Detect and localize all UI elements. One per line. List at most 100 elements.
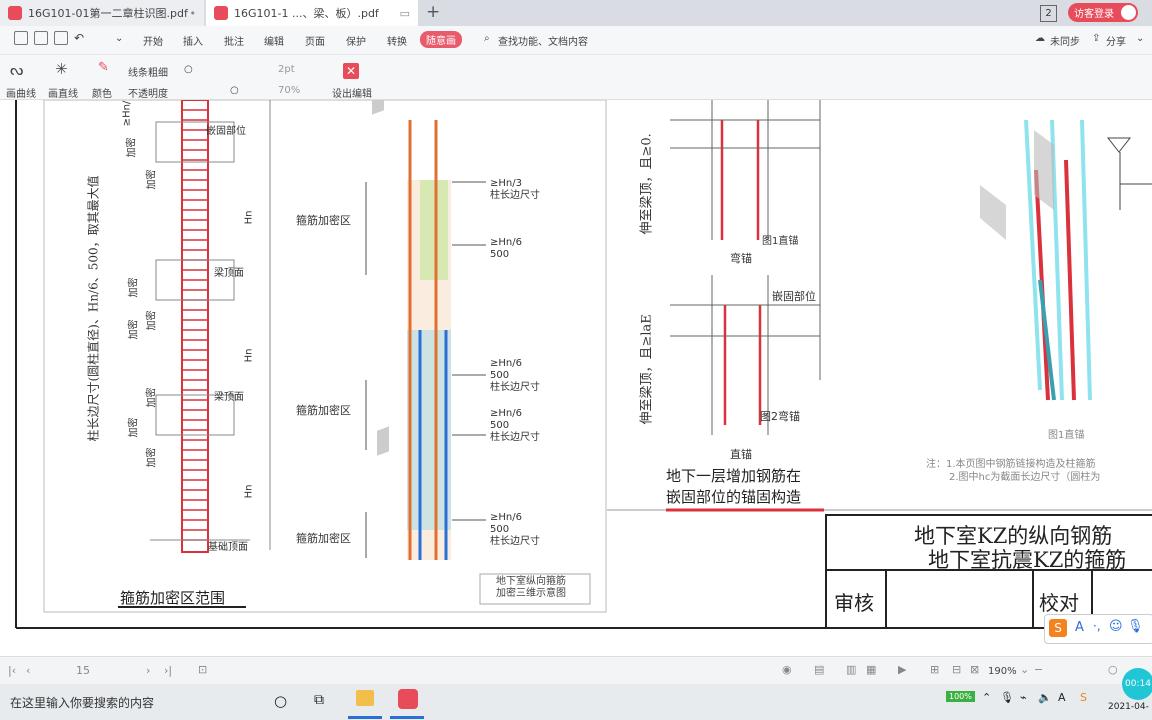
draw-curve-button[interactable]: 画曲线: [6, 85, 36, 100]
pdf-app-icon[interactable]: [398, 689, 418, 709]
screen-icon[interactable]: ▭: [400, 7, 410, 20]
menu-freehand[interactable]: 随意画: [420, 31, 462, 48]
left-label: 加密: [128, 417, 140, 438]
microphone-tray-icon[interactable]: 🎙: [1000, 691, 1014, 704]
menu-protect[interactable]: 保护: [346, 33, 366, 48]
title-block-title: 地下室抗震KZ的箍筋: [928, 548, 1127, 572]
return-icon[interactable]: ⊡: [198, 663, 207, 676]
curve-icon[interactable]: ᔓ: [10, 61, 23, 79]
ime-tray-icon[interactable]: A: [1058, 691, 1066, 704]
chevron-down-icon[interactable]: ⌄: [1136, 33, 1144, 44]
chevron-up-icon[interactable]: ⌃: [982, 691, 991, 704]
left-label: 梁顶面: [214, 268, 244, 279]
save-icon[interactable]: [34, 31, 48, 45]
new-tab-icon[interactable]: +: [426, 2, 440, 22]
tab-pdf-1[interactable]: 16G101-01第一二章柱识图.pdf •: [0, 0, 204, 26]
menu-bar: ↶ ⌄ 开始 插入 批注 编辑 页面 保护 转换 随意画 ⌕ 查找功能、文档内容…: [0, 26, 1152, 55]
caption-line: 地下室纵向箍筋: [496, 576, 566, 587]
print-icon[interactable]: [54, 31, 68, 45]
file-explorer-icon[interactable]: [356, 690, 374, 706]
left-label: 加密: [126, 137, 138, 158]
left-label: Hn: [243, 348, 255, 363]
battery-indicator[interactable]: 100%: [946, 691, 975, 702]
status-bar: |‹ ‹ 15 › ›| ⊡ ◉ ▤ ▥ ▦ ▶ ⊞ ⊟ ⊠ 190% ⌄ − …: [0, 656, 1152, 685]
task-view-icon[interactable]: ⧉: [314, 692, 324, 708]
fit-height-icon[interactable]: ⊠: [970, 663, 979, 676]
fit-width-icon[interactable]: ⊞: [930, 663, 939, 676]
close-icon[interactable]: ✕: [343, 63, 359, 79]
annotation: ≥Hn/3 柱长边尺寸: [490, 178, 540, 202]
annotation-line: 柱长边尺寸: [490, 432, 540, 443]
right-caption: 地下一层增加钢筋在 嵌固部位的锚固构造: [666, 466, 801, 508]
annotation-line: 500: [490, 249, 510, 260]
ime-logo-icon[interactable]: S: [1049, 619, 1067, 637]
zoom-in-icon[interactable]: ○: [1108, 663, 1118, 676]
tab-bar: 16G101-01第一二章柱识图.pdf • 16G101-1 ...、梁、板）…: [0, 0, 1152, 26]
double-page-icon[interactable]: ▥: [846, 663, 856, 676]
thickness-slider-knob[interactable]: ○: [184, 64, 193, 75]
color-button[interactable]: 颜色: [92, 85, 112, 100]
proof-label: 校对: [1039, 591, 1079, 615]
vertical-label: 伸至梁顶，且≥0.: [639, 133, 655, 235]
ime-toolbar[interactable]: S A ·, ☺ 🎙: [1044, 614, 1152, 644]
close-icon[interactable]: •: [190, 7, 197, 20]
exit-edit-button[interactable]: 设出编辑: [332, 85, 372, 100]
guest-login-button[interactable]: 访客登录: [1068, 3, 1138, 22]
pen-color-icon[interactable]: ✎: [98, 60, 109, 75]
fit-page-icon[interactable]: ⊟: [952, 663, 961, 676]
menu-page[interactable]: 页面: [305, 33, 325, 48]
file-icon[interactable]: [14, 31, 28, 45]
prev-page-icon[interactable]: ‹: [26, 664, 30, 677]
zoom-level[interactable]: 190%: [988, 666, 1017, 677]
sogou-tray-icon[interactable]: S: [1080, 691, 1087, 704]
share-button[interactable]: 分享: [1106, 33, 1126, 48]
annotation: ≥Hn/6 500 柱长边尺寸: [490, 408, 540, 444]
zoom-out-icon[interactable]: −: [1034, 663, 1043, 676]
emoji-icon[interactable]: ☺: [1109, 619, 1123, 634]
recording-timer-badge[interactable]: 00:14: [1122, 668, 1152, 700]
tab-pdf-2[interactable]: 16G101-1 ...、梁、板）.pdf ▭: [206, 0, 418, 26]
thickness-value[interactable]: 2pt: [278, 64, 295, 75]
menu-start[interactable]: 开始: [143, 33, 163, 48]
network-icon[interactable]: ⌁: [1020, 691, 1027, 704]
cloud-icon: ☁: [1035, 33, 1045, 44]
annotation-line: 500: [490, 370, 510, 381]
last-page-icon[interactable]: ›|: [164, 664, 172, 677]
ime-mode-icon[interactable]: A: [1075, 620, 1084, 635]
page-number-input[interactable]: 15: [76, 664, 90, 677]
left-label: 加密: [146, 387, 158, 408]
window-count-badge[interactable]: 2: [1040, 5, 1057, 22]
menu-convert[interactable]: 转换: [387, 33, 407, 48]
continuous-icon[interactable]: ▦: [866, 663, 876, 676]
search-icon[interactable]: ⌕: [484, 33, 490, 44]
sync-status[interactable]: 未同步: [1050, 33, 1080, 48]
taskbar-search-input[interactable]: 在这里输入你要搜索的内容: [10, 694, 154, 711]
left-label: 嵌固部位: [206, 126, 246, 137]
menu-comment[interactable]: 批注: [224, 33, 244, 48]
eye-icon[interactable]: ◉: [782, 663, 792, 676]
opacity-value[interactable]: 70%: [278, 85, 300, 96]
draw-line-button[interactable]: 画直线: [48, 85, 78, 100]
annotation: ≥Hn/6 500: [490, 237, 522, 261]
annotation: ≥Hn/6 500 柱长边尺寸: [490, 358, 540, 394]
stirrup-zone-label: 箍筋加密区: [296, 404, 351, 417]
play-icon[interactable]: ▶: [898, 663, 906, 676]
line-icon[interactable]: ✳: [55, 60, 68, 78]
chevron-down-icon[interactable]: ⌄: [115, 33, 123, 44]
left-label: 基础顶面: [208, 542, 248, 553]
next-page-icon[interactable]: ›: [146, 664, 150, 677]
active-indicator: [390, 716, 424, 719]
cortana-icon[interactable]: ○: [274, 692, 287, 710]
first-page-icon[interactable]: |‹: [8, 664, 16, 677]
chevron-down-icon[interactable]: ⌄: [1020, 663, 1029, 676]
menu-insert[interactable]: 插入: [183, 33, 203, 48]
microphone-icon[interactable]: 🎙: [1127, 619, 1144, 634]
annotation-line: 500: [490, 420, 510, 431]
function-search[interactable]: 查找功能、文档内容: [498, 33, 588, 48]
menu-edit[interactable]: 编辑: [264, 33, 284, 48]
single-page-icon[interactable]: ▤: [814, 663, 824, 676]
opacity-slider-knob[interactable]: ○: [230, 85, 239, 96]
ime-punct-icon[interactable]: ·,: [1093, 619, 1101, 633]
volume-icon[interactable]: 🔈: [1038, 691, 1052, 704]
undo-icon[interactable]: ↶: [74, 31, 84, 45]
